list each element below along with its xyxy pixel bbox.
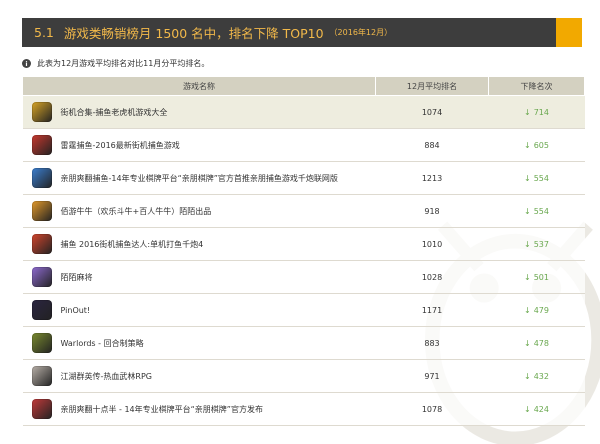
- rank-drop-cell: ↓ 479: [488, 293, 585, 327]
- table-note: i 此表为12月游戏平均排名对比11月分平均排名。: [22, 58, 209, 69]
- arrow-down-icon: ↓: [524, 239, 531, 249]
- arrow-down-icon: ↓: [524, 305, 531, 315]
- average-rank-cell: 1010: [375, 227, 489, 261]
- ranking-table: 游戏名称 12月平均排名 下降名次 街机合集-捕鱼老虎机游戏大全 1074 ↓ 714…: [22, 76, 585, 426]
- game-name: 亲朋爽翻十点半 - 14年专业棋牌平台“亲朋棋牌”官方发布: [60, 404, 263, 414]
- game-name: PinOut!: [60, 305, 91, 315]
- game-name-cell: 江湖群英传-热血武林RPG: [22, 359, 376, 393]
- table-row: 街机合集-捕鱼老虎机游戏大全 1074 ↓ 714: [22, 95, 585, 129]
- average-rank-cell: 1028: [375, 260, 489, 294]
- rank-drop-value: 554: [533, 173, 549, 183]
- rank-drop-cell: ↓ 714: [488, 95, 585, 129]
- game-app-icon: [31, 399, 52, 419]
- column-header-drop: 下降名次: [488, 76, 585, 96]
- table-row: 亲朋爽翻十点半 - 14年专业棋牌平台“亲朋棋牌”官方发布 1078 ↓ 424: [22, 392, 585, 426]
- game-app-icon: [31, 366, 52, 386]
- rank-drop-value: 479: [533, 305, 549, 315]
- game-name-cell: 亲朋爽翻捕鱼-14年专业棋牌平台“亲朋棋牌”官方首推亲朋捕鱼游戏千炮联网版: [22, 161, 376, 195]
- rank-drop-value: 554: [533, 206, 549, 216]
- section-title: 游戏类畅销榜月 1500 名中，排名下降 TOP10: [63, 26, 324, 41]
- game-name: 佰游牛牛（欢乐斗牛+百人牛牛）陌陌出品: [60, 206, 212, 216]
- arrow-down-icon: ↓: [524, 206, 531, 216]
- rank-drop-value: 424: [533, 404, 549, 414]
- arrow-down-icon: ↓: [524, 371, 531, 381]
- arrow-down-icon: ↓: [524, 272, 531, 282]
- rank-drop-cell: ↓ 478: [488, 326, 585, 360]
- game-name: 雷霆捕鱼-2016最新街机捕鱼游戏: [60, 140, 180, 150]
- game-app-icon: [31, 201, 52, 221]
- rank-drop-cell: ↓ 537: [488, 227, 585, 261]
- section-header: 5.1 游戏类畅销榜月 1500 名中，排名下降 TOP10 （2016年12月…: [22, 18, 582, 47]
- game-app-icon: [31, 234, 52, 254]
- table-row: 雷霆捕鱼-2016最新街机捕鱼游戏 884 ↓ 605: [22, 128, 585, 162]
- table-row: Warlords - 回合制策略 883 ↓ 478: [22, 326, 585, 360]
- section-date: （2016年12月）: [329, 28, 393, 37]
- game-name-cell: 陌陌麻将: [22, 260, 376, 294]
- column-header-name: 游戏名称: [22, 76, 376, 96]
- game-name-cell: 街机合集-捕鱼老虎机游戏大全: [22, 95, 376, 129]
- average-rank-cell: 1171: [375, 293, 489, 327]
- average-rank-cell: 883: [375, 326, 489, 360]
- average-rank-cell: 918: [375, 194, 489, 228]
- table-row: 陌陌麻将 1028 ↓ 501: [22, 260, 585, 294]
- note-text: 此表为12月游戏平均排名对比11月分平均排名。: [37, 59, 210, 68]
- game-app-icon: [31, 135, 52, 155]
- game-name-cell: 亲朋爽翻十点半 - 14年专业棋牌平台“亲朋棋牌”官方发布: [22, 392, 376, 426]
- game-name: 陌陌麻将: [60, 272, 93, 282]
- rank-drop-value: 605: [533, 140, 549, 150]
- game-app-icon: [31, 102, 52, 122]
- game-name: 亲朋爽翻捕鱼-14年专业棋牌平台“亲朋棋牌”官方首推亲朋捕鱼游戏千炮联网版: [60, 173, 338, 183]
- section-number: 5.1: [34, 25, 54, 40]
- game-name: 江湖群英传-热血武林RPG: [60, 371, 152, 381]
- rank-drop-cell: ↓ 554: [488, 194, 585, 228]
- rank-drop-cell: ↓ 424: [488, 392, 585, 426]
- game-name-cell: PinOut!: [22, 293, 376, 327]
- rank-drop-value: 537: [533, 239, 549, 249]
- rank-drop-cell: ↓ 432: [488, 359, 585, 393]
- game-app-icon: [31, 300, 52, 320]
- rank-drop-value: 432: [533, 371, 549, 381]
- arrow-down-icon: ↓: [524, 173, 531, 183]
- average-rank-cell: 1074: [375, 95, 489, 129]
- game-name-cell: 雷霆捕鱼-2016最新街机捕鱼游戏: [22, 128, 376, 162]
- rank-drop-value: 478: [533, 338, 549, 348]
- header-accent-block: [556, 18, 582, 47]
- column-header-rank: 12月平均排名: [375, 76, 489, 96]
- average-rank-cell: 884: [375, 128, 489, 162]
- game-app-icon: [31, 333, 52, 353]
- rank-drop-value: 501: [533, 272, 549, 282]
- average-rank-cell: 1078: [375, 392, 489, 426]
- rank-drop-value: 714: [533, 107, 549, 117]
- average-rank-cell: 1213: [375, 161, 489, 195]
- table-row: PinOut! 1171 ↓ 479: [22, 293, 585, 327]
- table-header-row: 游戏名称 12月平均排名 下降名次: [22, 76, 585, 96]
- arrow-down-icon: ↓: [524, 404, 531, 414]
- game-app-icon: [31, 168, 52, 188]
- table-row: 亲朋爽翻捕鱼-14年专业棋牌平台“亲朋棋牌”官方首推亲朋捕鱼游戏千炮联网版 121…: [22, 161, 585, 195]
- game-name-cell: Warlords - 回合制策略: [22, 326, 376, 360]
- game-app-icon: [31, 267, 52, 287]
- rank-drop-cell: ↓ 554: [488, 161, 585, 195]
- rank-drop-cell: ↓ 501: [488, 260, 585, 294]
- section-title-bar: 5.1 游戏类畅销榜月 1500 名中，排名下降 TOP10 （2016年12月…: [22, 18, 556, 47]
- table-row: 佰游牛牛（欢乐斗牛+百人牛牛）陌陌出品 918 ↓ 554: [22, 194, 585, 228]
- arrow-down-icon: ↓: [524, 140, 531, 150]
- arrow-down-icon: ↓: [524, 338, 531, 348]
- rank-drop-cell: ↓ 605: [488, 128, 585, 162]
- table-row: 捕鱼 2016街机捕鱼达人:单机打鱼千炮4 1010 ↓ 537: [22, 227, 585, 261]
- average-rank-cell: 971: [375, 359, 489, 393]
- game-name: 捕鱼 2016街机捕鱼达人:单机打鱼千炮4: [60, 239, 204, 249]
- table-row: 江湖群英传-热血武林RPG 971 ↓ 432: [22, 359, 585, 393]
- arrow-down-icon: ↓: [524, 107, 531, 117]
- table-body: 街机合集-捕鱼老虎机游戏大全 1074 ↓ 714 雷霆捕鱼-2016最新街机捕鱼游戏 8…: [22, 95, 585, 426]
- info-icon: i: [22, 59, 31, 68]
- game-name: Warlords - 回合制策略: [60, 338, 144, 348]
- game-name-cell: 捕鱼 2016街机捕鱼达人:单机打鱼千炮4: [22, 227, 376, 261]
- game-name: 街机合集-捕鱼老虎机游戏大全: [60, 107, 168, 117]
- game-name-cell: 佰游牛牛（欢乐斗牛+百人牛牛）陌陌出品: [22, 194, 376, 228]
